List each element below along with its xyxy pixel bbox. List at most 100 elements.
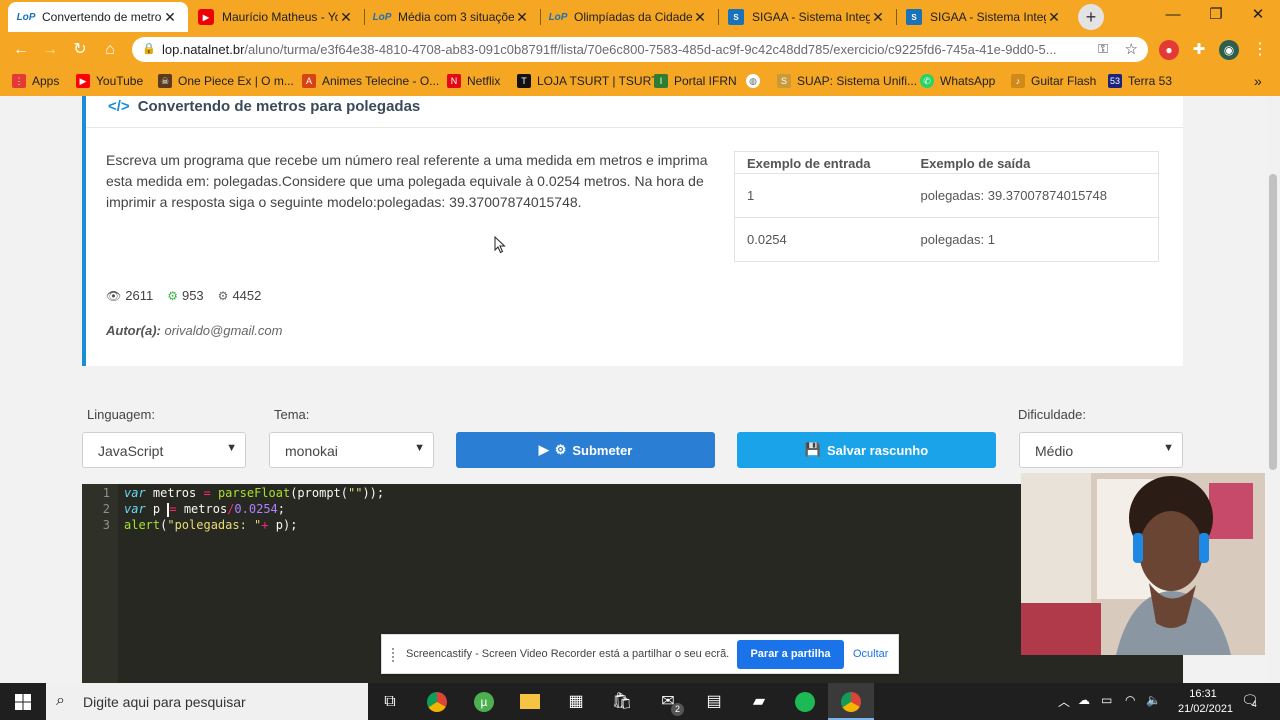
taskbar-search[interactable]: ⌕ Digite aqui para pesquisar — [46, 683, 368, 720]
screencastify-extension-icon[interactable]: ● — [1159, 40, 1179, 60]
notifications-icon[interactable]: 🗨4 — [1241, 692, 1259, 709]
bookmark-whatsapp[interactable]: ✆ WhatsApp — [920, 71, 995, 91]
bookmark-star-icon[interactable]: ☆ — [1125, 40, 1138, 58]
bookmark-tsurt[interactable]: T LOJA TSURT | TSURT — [517, 71, 658, 91]
bookmark-globe[interactable]: ◍ — [746, 71, 766, 91]
code-line-3[interactable]: alert("polegadas: "+ p); — [124, 517, 297, 533]
close-icon[interactable]: ✕ — [514, 9, 530, 26]
file-explorer-icon[interactable] — [516, 688, 544, 716]
bookmark-one-piece[interactable]: ☠ One Piece Ex | O m... — [158, 71, 294, 91]
tab-convertendo[interactable]: LoP Convertendo de metros p ✕ — [8, 2, 188, 32]
submit-button[interactable]: ▶ ⚙ Submeter — [456, 432, 715, 468]
start-button[interactable] — [0, 683, 46, 720]
stop-sharing-button[interactable]: Parar a partilha — [737, 640, 844, 669]
browser-toolbar: ← → ↻ ⌂ 🔒 lop.natalnet.br/aluno/turma/e3… — [0, 34, 1280, 65]
bookmarks-overflow-icon[interactable]: » — [1254, 71, 1262, 91]
difficulty-label: Dificuldade: — [1018, 407, 1086, 422]
scrollbar-thumb[interactable] — [1269, 174, 1277, 470]
bookmark-ifrn[interactable]: I Portal IFRN — [654, 71, 737, 91]
new-tab-button[interactable]: + — [1078, 4, 1104, 30]
reload-button[interactable]: ↻ — [69, 39, 91, 61]
bookmark-label: Terra 53 — [1128, 74, 1173, 88]
code-line-2[interactable]: var p = metros/0.0254; — [124, 501, 285, 517]
tab-title: Maurício Matheus - You — [222, 10, 338, 24]
maximize-button[interactable]: ❐ — [1196, 0, 1236, 30]
table-row: 1 polegadas: 39.37007874015748 — [734, 173, 1159, 218]
language-label: Linguagem: — [87, 407, 155, 422]
bookmark-netflix[interactable]: N Netflix — [447, 71, 500, 91]
clock-date: 21/02/2021 — [1178, 703, 1234, 715]
bookmark-animes-telecine[interactable]: A Animes Telecine - O... — [302, 71, 439, 91]
mail-icon[interactable]: ✉ 2 — [654, 688, 684, 716]
difficulty-select[interactable]: Médio ▼ — [1019, 432, 1183, 468]
close-icon[interactable]: ✕ — [162, 9, 178, 26]
tray-chevron-up-icon[interactable]: ︿ — [1058, 693, 1070, 710]
chrome-active-icon[interactable] — [837, 688, 865, 716]
back-button[interactable]: ← — [10, 39, 32, 61]
minimize-button[interactable]: — — [1153, 0, 1193, 30]
code-line-1[interactable]: var metros = parseFloat(prompt("")); — [124, 485, 384, 501]
address-bar[interactable]: 🔒 lop.natalnet.br/aluno/turma/e3f64e38-4… — [132, 37, 1148, 62]
forward-button[interactable]: → — [39, 39, 61, 61]
taskbar-clock[interactable]: 16:31 21/02/2021 — [1178, 687, 1234, 717]
extensions-puzzle-icon[interactable]: ✚ — [1189, 40, 1209, 60]
screen-share-bar: Screencastify - Screen Video Recorder es… — [381, 634, 899, 674]
spotify-icon[interactable] — [791, 688, 819, 716]
bookmark-suap[interactable]: S SUAP: Sistema Unifi... — [777, 71, 917, 91]
close-icon[interactable]: ✕ — [692, 9, 708, 26]
utorrent-icon[interactable]: µ — [470, 688, 498, 716]
save-draft-button[interactable]: 💾 Salvar rascunho — [737, 432, 996, 468]
task-view-icon[interactable]: ⧉ — [376, 688, 404, 716]
chrome-icon[interactable] — [423, 688, 451, 716]
code-token: "" — [348, 486, 363, 500]
tab-youtube[interactable]: ▶ Maurício Matheus - You ✕ — [188, 2, 364, 32]
volume-icon[interactable]: 🔈 — [1146, 693, 1161, 707]
wifi-icon[interactable]: ◠ — [1125, 693, 1135, 707]
tab-sigaa-2[interactable]: S SIGAA - Sistema Integr ✕ — [896, 2, 1072, 32]
notes-icon[interactable]: ▰ — [745, 688, 773, 716]
page-scrollbar[interactable] — [1266, 96, 1280, 683]
battery-icon[interactable]: ▭ — [1101, 693, 1112, 707]
home-button[interactable]: ⌂ — [99, 39, 121, 61]
store-icon[interactable]: 🛍 — [608, 688, 636, 716]
key-icon[interactable]: ⚿ — [1098, 41, 1108, 57]
chevron-down-icon: ▼ — [414, 442, 425, 454]
sigaa-icon: S — [906, 9, 922, 25]
drag-handle-icon[interactable] — [392, 648, 398, 662]
bookmark-terra[interactable]: 53 Terra 53 — [1108, 71, 1172, 91]
apps-grid-icon: ⋮ — [12, 74, 26, 88]
code-token: alert — [124, 518, 161, 532]
submissions-stat: ⚙ 4452 — [218, 288, 262, 303]
submissions-count: 4452 — [232, 288, 262, 303]
onedrive-cloud-icon[interactable]: ☁ — [1078, 693, 1090, 707]
tab-title: SIGAA - Sistema Integr — [752, 10, 870, 24]
close-icon[interactable]: ✕ — [870, 9, 886, 26]
calendar-app-icon[interactable]: ▦ — [562, 688, 590, 716]
url-host: lop.natalnet.br — [162, 42, 245, 57]
window-close-button[interactable]: ✕ — [1238, 0, 1278, 30]
code-token: var — [124, 486, 146, 500]
theme-select[interactable]: monokai ▼ — [269, 432, 434, 468]
language-select[interactable]: JavaScript ▼ — [82, 432, 246, 468]
close-icon[interactable]: ✕ — [1046, 9, 1062, 26]
globe-icon: ◍ — [746, 74, 760, 88]
calculator-icon[interactable]: ▤ — [700, 688, 728, 716]
close-icon[interactable]: ✕ — [338, 9, 354, 26]
tab-olimpiadas[interactable]: LoP Olimpíadas da Cidade ✕ — [540, 2, 718, 32]
example-input: 1 — [734, 173, 909, 218]
author-label: Autor(a): — [106, 323, 161, 338]
terra-icon: 53 — [1108, 74, 1122, 88]
menu-kebab-icon[interactable]: ⋮ — [1250, 40, 1270, 60]
whatsapp-icon: ✆ — [920, 74, 934, 88]
author-email: orivaldo@gmail.com — [164, 323, 283, 338]
url-text[interactable]: lop.natalnet.br/aluno/turma/e3f64e38-481… — [162, 42, 1092, 57]
bookmark-apps[interactable]: ⋮ Apps — [12, 71, 59, 91]
bookmark-guitar-flash[interactable]: ♪ Guitar Flash — [1011, 71, 1096, 91]
avatar[interactable]: ◉ — [1219, 40, 1239, 60]
bookmark-youtube[interactable]: ▶ YouTube — [76, 71, 143, 91]
tab-media[interactable]: LoP Média com 3 situações ✕ — [364, 2, 540, 32]
hide-button[interactable]: Ocultar — [853, 648, 888, 660]
tab-title: Olimpíadas da Cidade — [574, 10, 692, 24]
gears-icon: ⚙ — [217, 288, 229, 303]
tab-sigaa-1[interactable]: S SIGAA - Sistema Integr ✕ — [718, 2, 896, 32]
